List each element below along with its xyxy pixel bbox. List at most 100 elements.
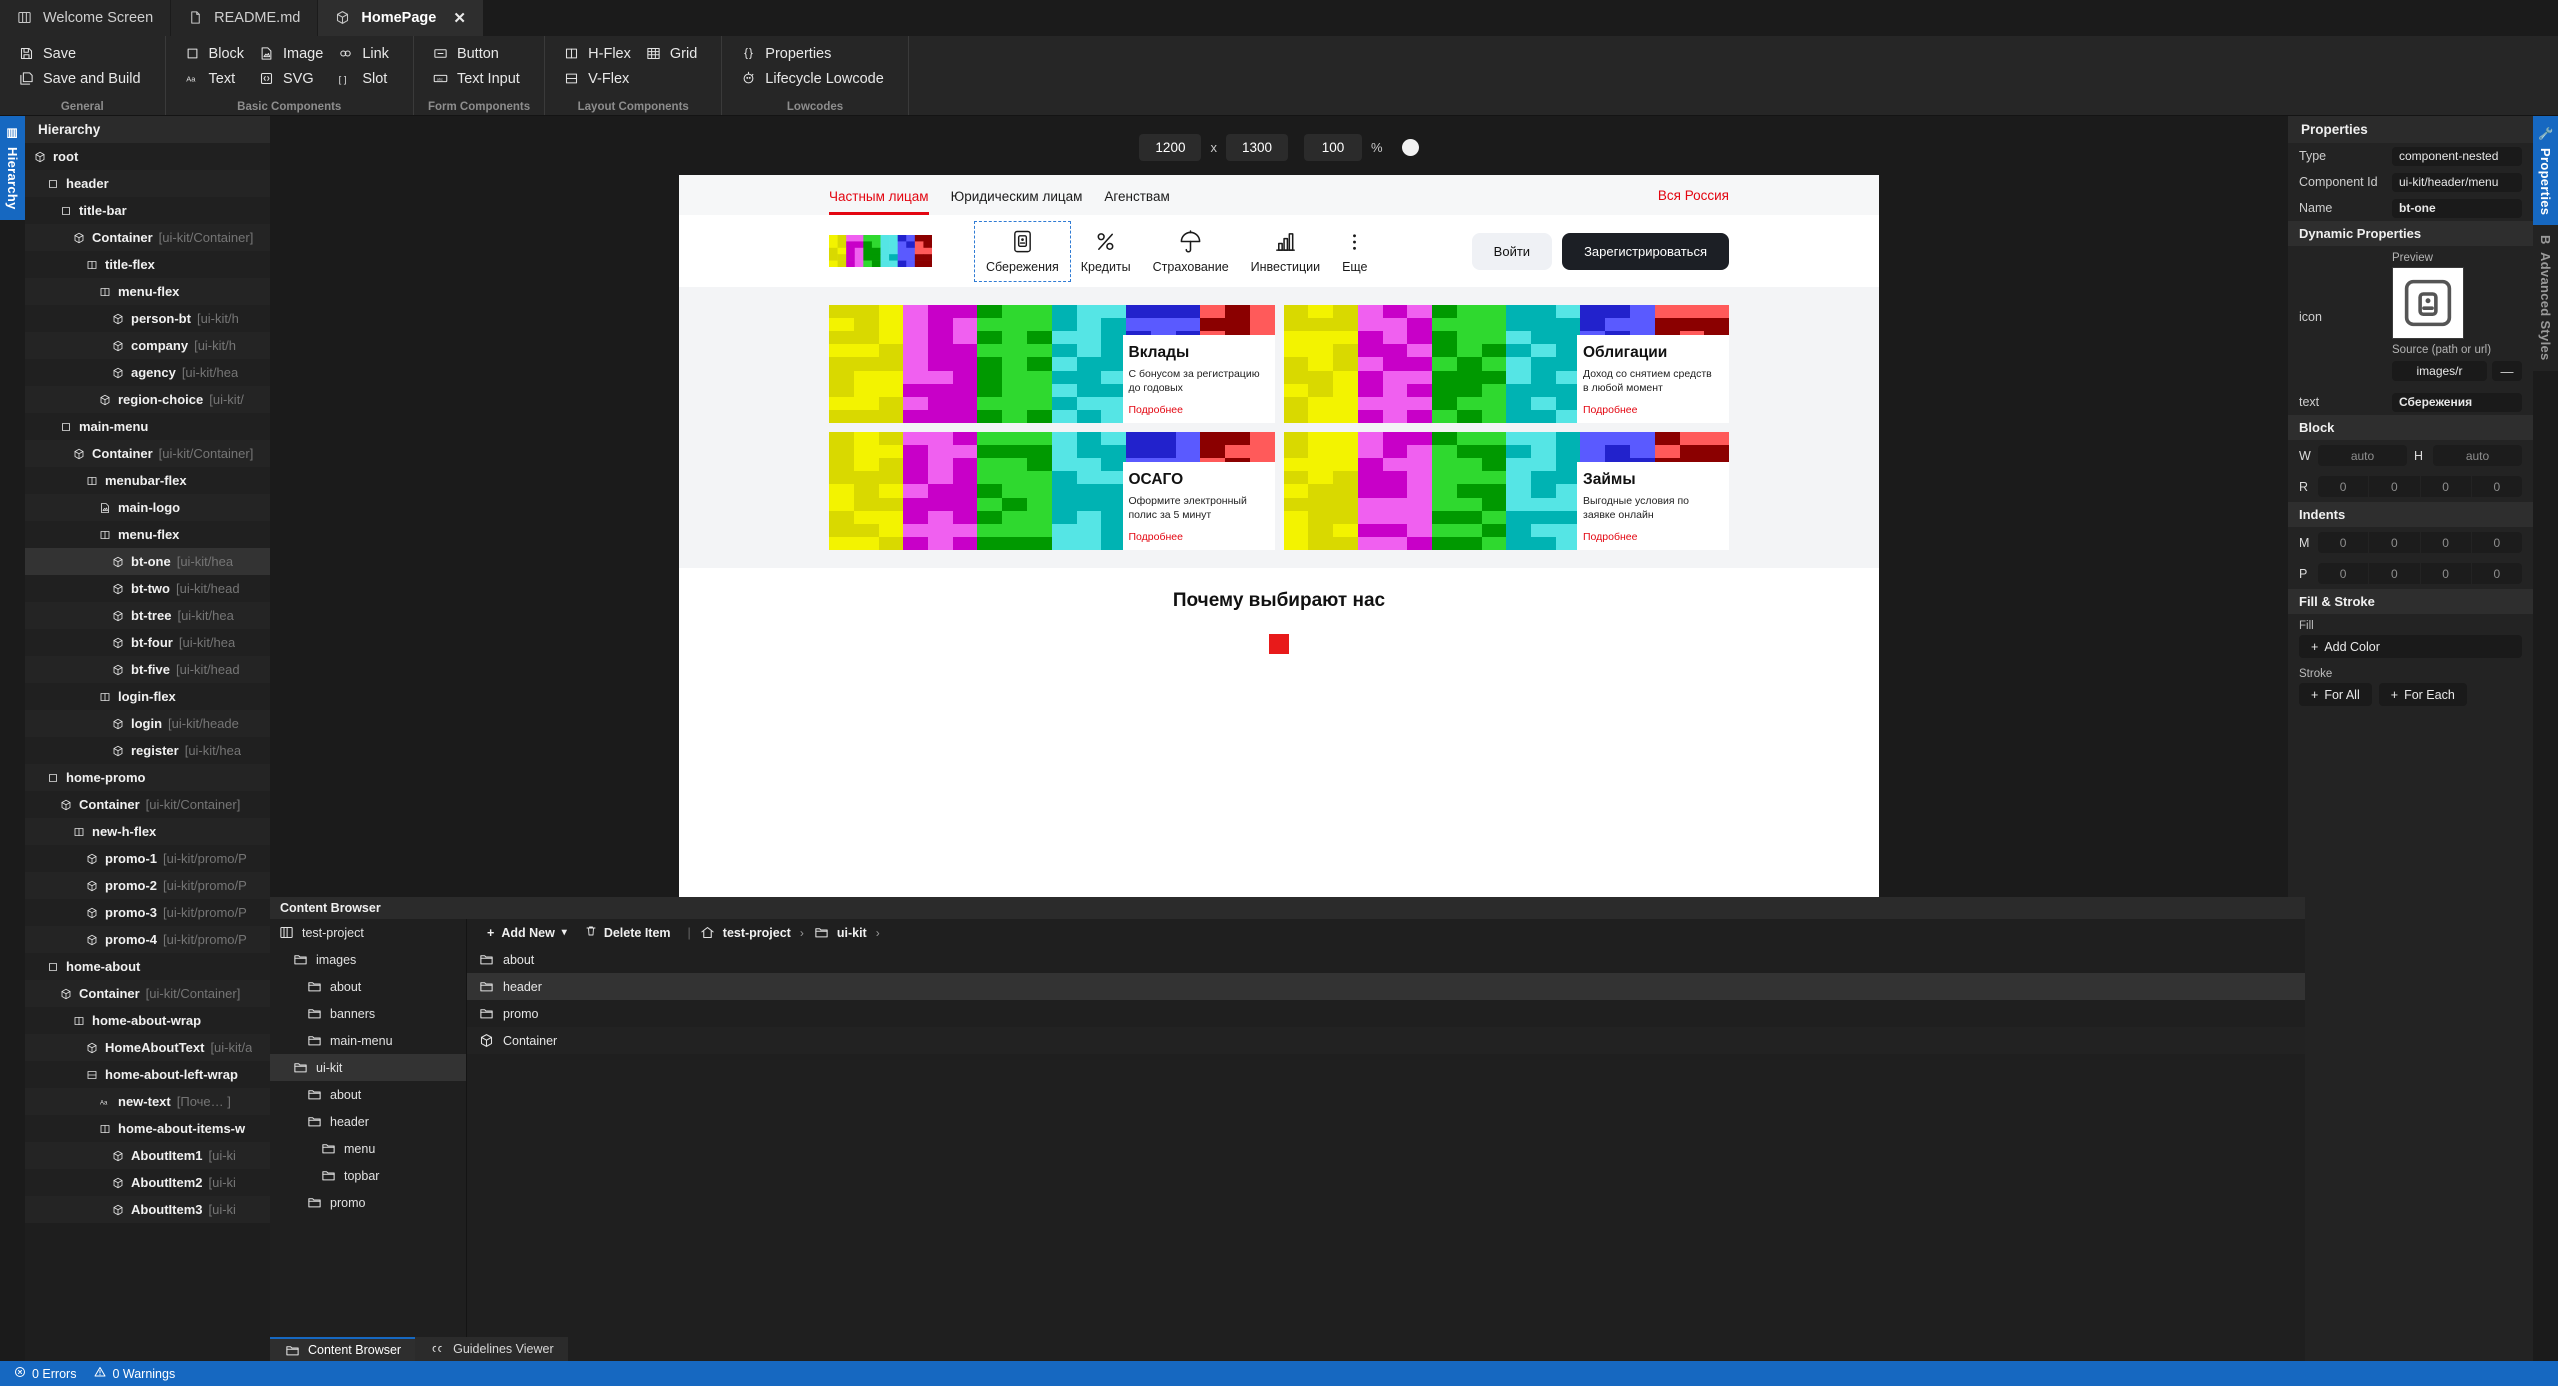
site-menu-item-инвестиции[interactable]: Инвестиции bbox=[1240, 222, 1331, 281]
hierarchy-item-promo-3[interactable]: promo-3 [ui-kit/promo/P bbox=[25, 899, 270, 926]
hierarchy-item-menu-flex[interactable]: menu-flex bbox=[25, 521, 270, 548]
toolbar-h-flex-button[interactable]: H-Flex bbox=[559, 42, 641, 65]
stroke-for-all-button[interactable]: + For All bbox=[2299, 683, 2372, 706]
toolbar-lifecycle-lowcode-button[interactable]: Lifecycle Lowcode bbox=[736, 67, 894, 90]
hierarchy-item-agency[interactable]: agency [ui-kit/hea bbox=[25, 359, 270, 386]
hierarchy-item-container[interactable]: Container [ui-kit/Container] bbox=[25, 440, 270, 467]
dynamic-text-value[interactable]: Сбережения bbox=[2392, 392, 2522, 412]
hierarchy-item-title-bar[interactable]: title-bar bbox=[25, 197, 270, 224]
hierarchy-item-home-about-wrap[interactable]: home-about-wrap bbox=[25, 1007, 270, 1034]
property-type-value[interactable]: component-nested bbox=[2392, 146, 2522, 166]
bottom-tab-guidelines-viewer[interactable]: Guidelines Viewer bbox=[415, 1337, 568, 1361]
canvas-theme-toggle[interactable] bbox=[1401, 139, 1419, 156]
hierarchy-item-login[interactable]: login [ui-kit/heade bbox=[25, 710, 270, 737]
property-component-id-value[interactable]: ui-kit/header/menu bbox=[2392, 172, 2522, 192]
site-topnav-item[interactable]: Юридическим лицам bbox=[951, 189, 1083, 215]
hierarchy-item-promo-1[interactable]: promo-1 [ui-kit/promo/P bbox=[25, 845, 270, 872]
margin-input[interactable]: 0 bbox=[2471, 532, 2522, 553]
source-clear-button[interactable]: — bbox=[2492, 361, 2522, 381]
site-topnav-item[interactable]: Частным лицам bbox=[829, 189, 929, 215]
hierarchy-item-container[interactable]: Container [ui-kit/Container] bbox=[25, 980, 270, 1007]
canvas-zoom-input[interactable]: 100 bbox=[1304, 134, 1363, 161]
padding-inputs[interactable]: 0000 bbox=[2318, 563, 2522, 584]
hierarchy-item-title-flex[interactable]: title-flex bbox=[25, 251, 270, 278]
promo-card[interactable]: Вклады С бонусом за регистрацию до годовы… bbox=[829, 305, 1275, 423]
block-w-input[interactable]: auto bbox=[2318, 445, 2407, 466]
hierarchy-item-aboutitem2[interactable]: AboutItem2 [ui-ki bbox=[25, 1169, 270, 1196]
margin-input[interactable]: 0 bbox=[2318, 532, 2369, 553]
block-radius-input[interactable]: 0 bbox=[2420, 476, 2471, 497]
site-menu-item-еще[interactable]: Еще bbox=[1331, 222, 1378, 281]
content-tree-item-about[interactable]: about bbox=[270, 973, 466, 1000]
content-tree-item-about[interactable]: about bbox=[270, 1081, 466, 1108]
content-tree-item-banners[interactable]: banners bbox=[270, 1000, 466, 1027]
content-tree-item-header[interactable]: header bbox=[270, 1108, 466, 1135]
add-new-button[interactable]: + Add New ▾ bbox=[478, 926, 576, 940]
promo-card-link[interactable]: Подробнее bbox=[1129, 404, 1265, 416]
canvas-width-input[interactable]: 1200 bbox=[1139, 134, 1202, 161]
toolbar-block-button[interactable]: Block bbox=[180, 42, 254, 65]
editor-tab-readme-md[interactable]: README.md bbox=[171, 0, 319, 36]
editor-tab-welcome-screen[interactable]: Welcome Screen bbox=[0, 0, 172, 36]
hierarchy-item-main-menu[interactable]: main-menu bbox=[25, 413, 270, 440]
content-item-container[interactable]: Container bbox=[467, 1027, 2305, 1054]
content-item-about[interactable]: about bbox=[467, 946, 2305, 973]
hierarchy-item-region-choice[interactable]: region-choice [ui-kit/ bbox=[25, 386, 270, 413]
padding-input[interactable]: 0 bbox=[2420, 563, 2471, 584]
toolbar-svg-button[interactable]: SVG bbox=[254, 67, 333, 90]
margin-inputs[interactable]: 0000 bbox=[2318, 532, 2522, 553]
add-color-button[interactable]: + Add Color bbox=[2299, 635, 2522, 658]
margin-input[interactable]: 0 bbox=[2420, 532, 2471, 553]
content-tree-item-promo[interactable]: promo bbox=[270, 1189, 466, 1216]
site-menu-item-сбережения[interactable]: Сбережения bbox=[974, 220, 1071, 282]
promo-card-link[interactable]: Подробнее bbox=[1583, 531, 1719, 543]
hierarchy-item-home-promo[interactable]: home-promo bbox=[25, 764, 270, 791]
block-radius-input[interactable]: 0 bbox=[2369, 476, 2420, 497]
hierarchy-item-aboutitem1[interactable]: AboutItem1 [ui-ki bbox=[25, 1142, 270, 1169]
toolbar-link-button[interactable]: Link bbox=[333, 42, 399, 65]
hierarchy-item-bt-two[interactable]: bt-two [ui-kit/head bbox=[25, 575, 270, 602]
hierarchy-item-menu-flex[interactable]: menu-flex bbox=[25, 278, 270, 305]
property-name-value[interactable]: bt-one bbox=[2392, 198, 2522, 218]
promo-card[interactable]: Займы Выгодные условия по заявке онлайн По… bbox=[1283, 432, 1729, 550]
hierarchy-item-login-flex[interactable]: login-flex bbox=[25, 683, 270, 710]
hierarchy-item-bt-one[interactable]: bt-one [ui-kit/hea bbox=[25, 548, 270, 575]
breadcrumb-item[interactable]: test-project bbox=[699, 924, 791, 941]
site-region-selector[interactable]: Вся Россия bbox=[1658, 188, 1729, 203]
hierarchy-item-homeabouttext[interactable]: HomeAboutText [ui-kit/a bbox=[25, 1034, 270, 1061]
source-input[interactable]: images/r bbox=[2392, 361, 2487, 381]
content-tree-item-topbar[interactable]: topbar bbox=[270, 1162, 466, 1189]
hierarchy-item-promo-4[interactable]: promo-4 [ui-kit/promo/P bbox=[25, 926, 270, 953]
hierarchy-tree[interactable]: root header title-bar Container [ui-kit/Cont… bbox=[25, 143, 270, 1361]
toolbar-button-button[interactable]: Button bbox=[428, 42, 530, 65]
site-logo[interactable] bbox=[829, 235, 933, 268]
padding-input[interactable]: 0 bbox=[2471, 563, 2522, 584]
hierarchy-item-bt-four[interactable]: bt-four [ui-kit/hea bbox=[25, 629, 270, 656]
hierarchy-item-person-bt[interactable]: person-bt [ui-kit/h bbox=[25, 305, 270, 332]
promo-card-link[interactable]: Подробнее bbox=[1129, 531, 1265, 543]
toolbar-text-button[interactable]: Aa Text bbox=[180, 67, 254, 90]
site-topnav-item[interactable]: Агенствам bbox=[1104, 189, 1169, 215]
hierarchy-item-home-about-items-w[interactable]: home-about-items-w bbox=[25, 1115, 270, 1142]
toolbar-slot-button[interactable]: [ ] Slot bbox=[333, 67, 399, 90]
stroke-for-each-button[interactable]: + For Each bbox=[2378, 683, 2467, 706]
content-tree-item-images[interactable]: images bbox=[270, 946, 466, 973]
block-radius-input[interactable]: 0 bbox=[2471, 476, 2522, 497]
promo-card-link[interactable]: Подробнее bbox=[1583, 404, 1719, 416]
content-tree-item-ui-kit[interactable]: ui-kit bbox=[270, 1054, 466, 1081]
status-errors[interactable]: 0 Errors bbox=[14, 1366, 76, 1381]
hierarchy-item-main-logo[interactable]: main-logo bbox=[25, 494, 270, 521]
content-tree-item-test-project[interactable]: test-project bbox=[270, 919, 466, 946]
toolbar-grid-button[interactable]: Grid bbox=[641, 42, 707, 65]
hierarchy-item-register[interactable]: register [ui-kit/hea bbox=[25, 737, 270, 764]
hierarchy-item-new-text[interactable]: Aa new-text [Поче… ] bbox=[25, 1088, 270, 1115]
canvas-height-input[interactable]: 1300 bbox=[1225, 134, 1289, 161]
toolbar-image-button[interactable]: Image bbox=[254, 42, 333, 65]
content-browser-tree[interactable]: test-project images about banners main-menu u… bbox=[270, 919, 467, 1361]
hierarchy-item-aboutitem3[interactable]: AboutItem3 [ui-ki bbox=[25, 1196, 270, 1223]
editor-tab-homepage[interactable]: HomePage ✕ bbox=[318, 0, 484, 36]
hierarchy-item-home-about[interactable]: home-about bbox=[25, 953, 270, 980]
toolbar-save-and-build-button[interactable]: Save and Build bbox=[14, 67, 151, 90]
rail-tab-hierarchy[interactable]: ▤ Hierarchy bbox=[0, 116, 25, 220]
hierarchy-item-new-h-flex[interactable]: new-h-flex bbox=[25, 818, 270, 845]
